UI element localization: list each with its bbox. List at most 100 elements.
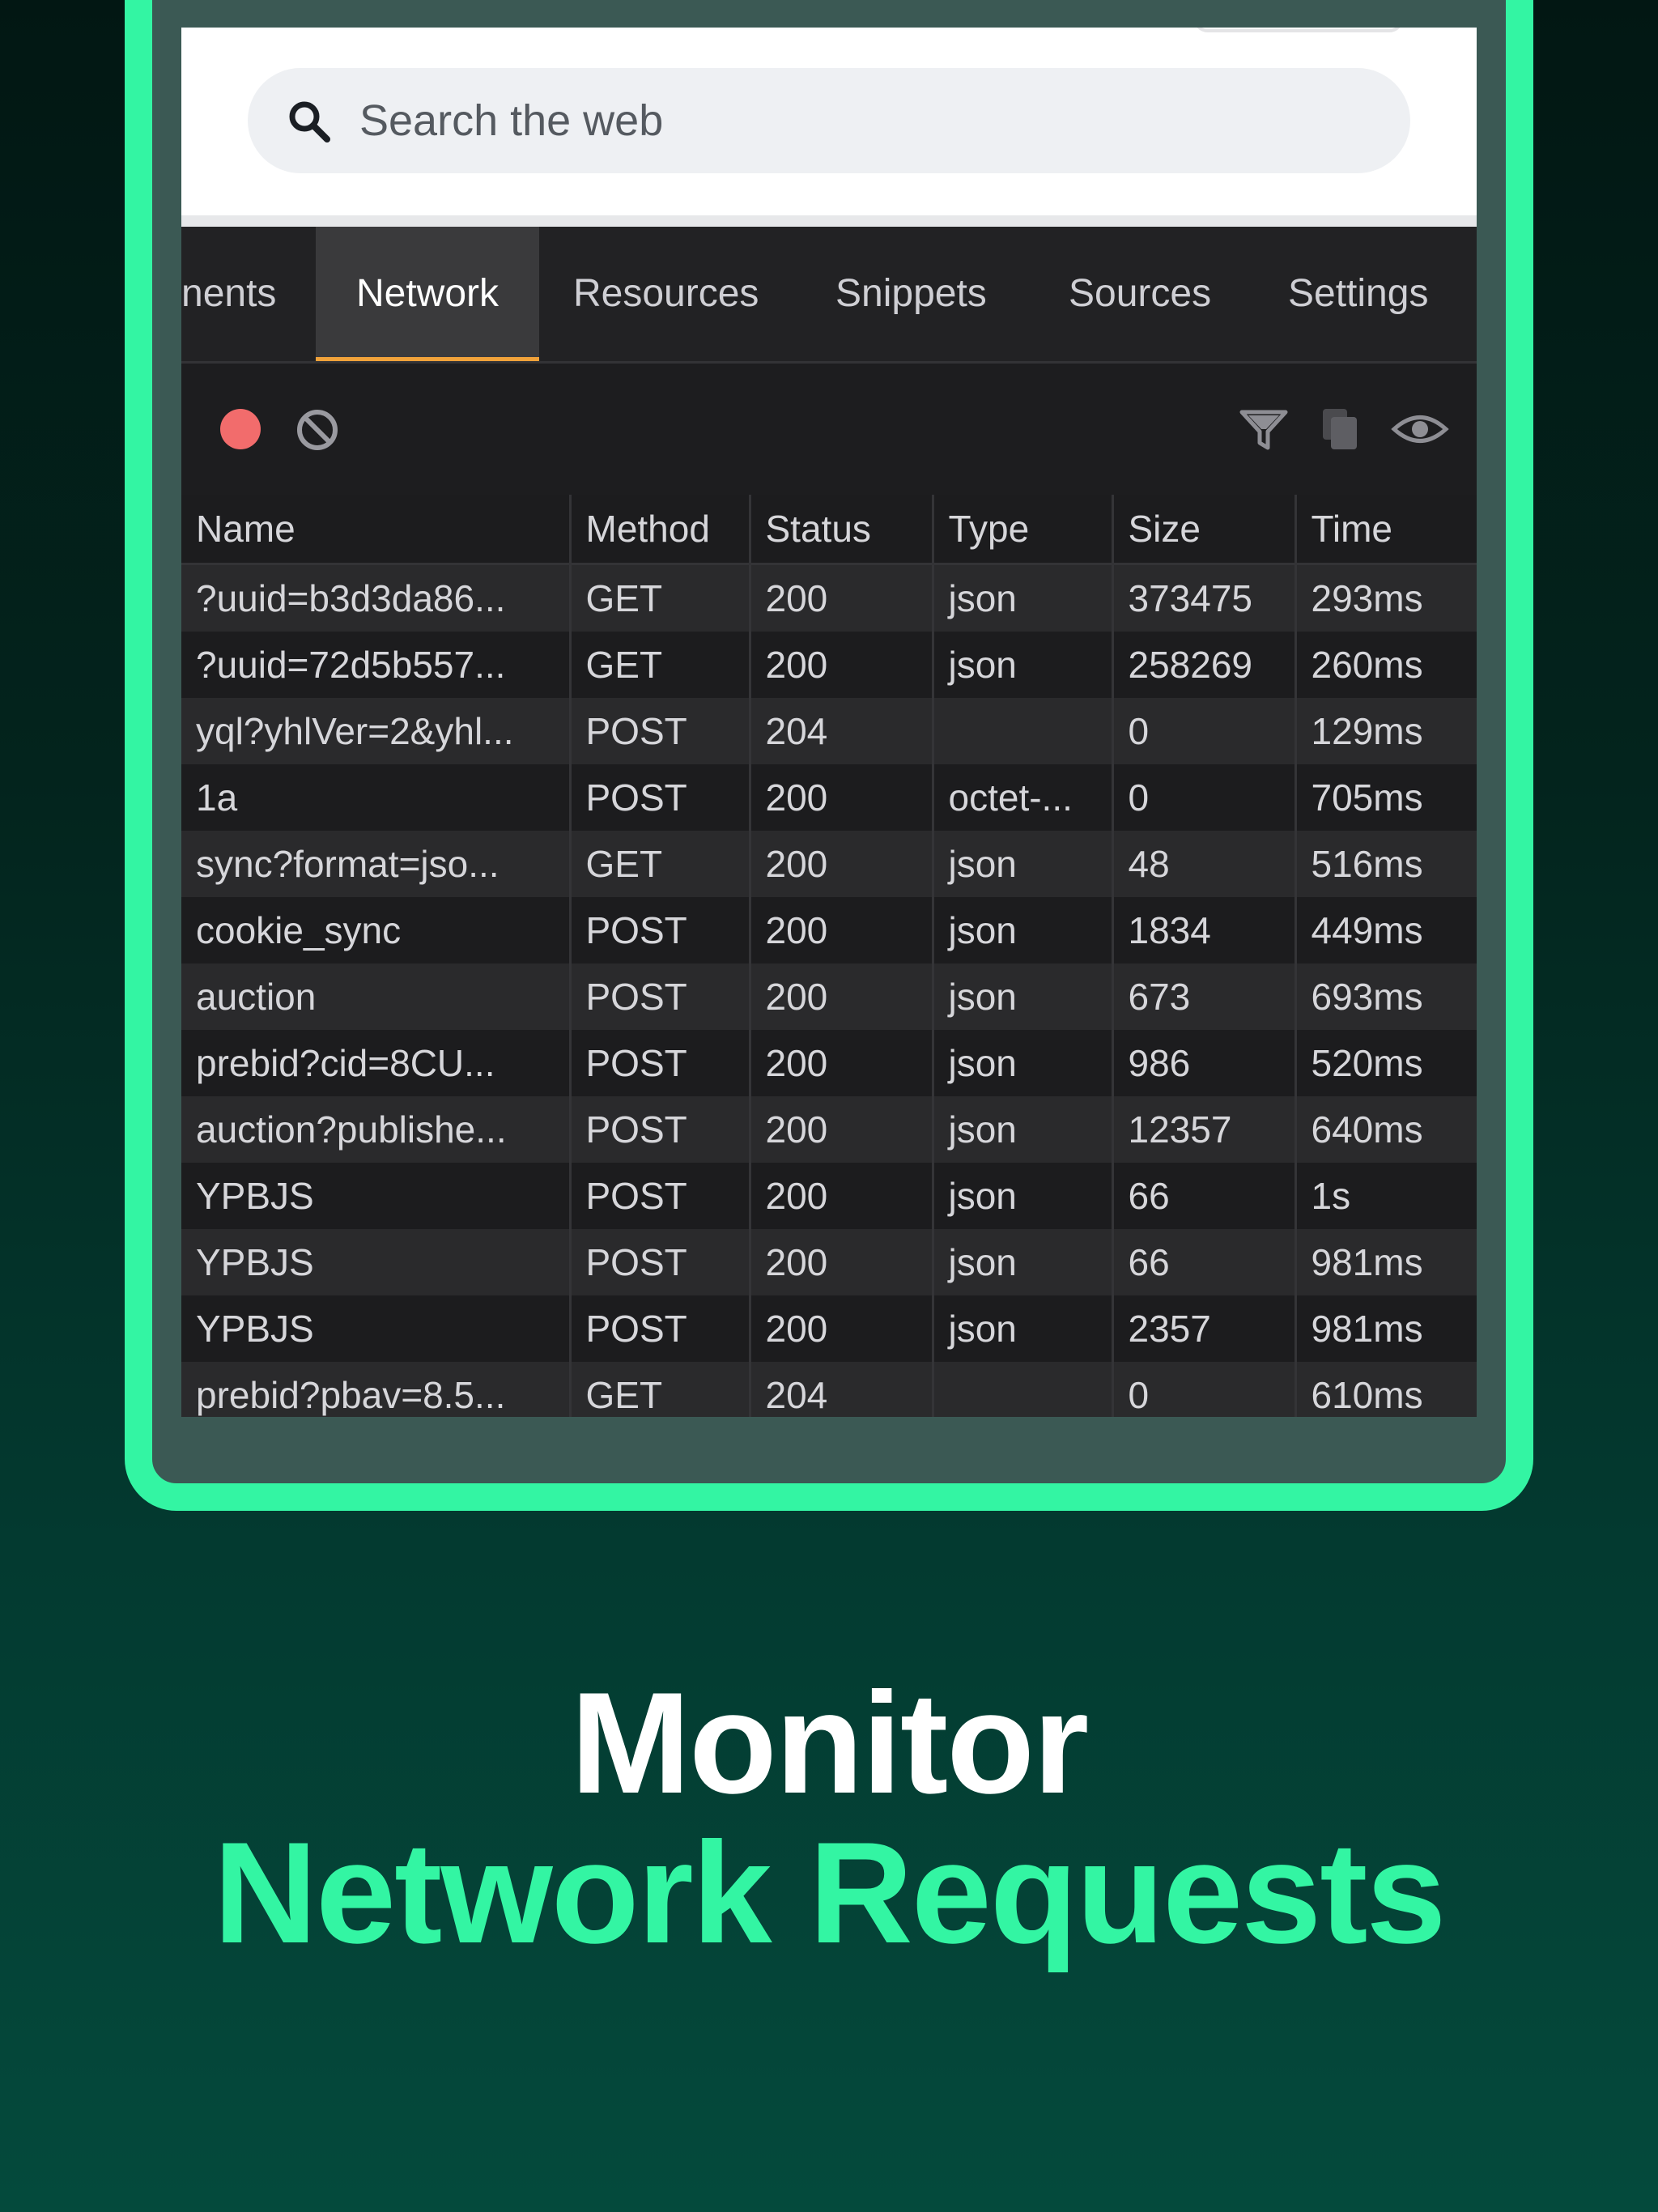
cell-size: 48 [1112,831,1297,897]
eye-icon[interactable] [1391,410,1449,448]
cell-method: POST [570,1163,751,1229]
cell-status: 200 [750,963,934,1030]
cell-status: 200 [750,632,934,698]
devtools-tabbar: nents Network Resources Snippets Sources… [181,227,1477,364]
network-toolbar [181,364,1477,497]
tab-sources[interactable]: Sources [1069,227,1211,361]
table-row[interactable]: cookie_sync POST 200 json 1834 449ms [181,897,1477,963]
cell-time: 449ms [1295,897,1477,963]
cell-size: 673 [1112,963,1297,1030]
cell-size: 0 [1112,1362,1297,1417]
cell-name: YPBJS [181,1163,572,1229]
cell-type: octet-... [933,764,1114,831]
column-header-type[interactable]: Type [933,495,1114,565]
cell-time: 981ms [1295,1229,1477,1295]
cell-type: json [933,564,1114,632]
table-row[interactable]: YPBJS POST 200 json 2357 981ms [181,1295,1477,1362]
cell-type: json [933,963,1114,1030]
cell-type: json [933,1163,1114,1229]
table-row[interactable]: YPBJS POST 200 json 66 1s [181,1163,1477,1229]
cell-method: GET [570,1362,751,1417]
cell-time: 705ms [1295,764,1477,831]
cell-method: POST [570,1030,751,1096]
device-frame: nents Network Resources Snippets Sources… [125,0,1533,1511]
tab-settings[interactable]: Settings [1288,227,1428,361]
cell-status: 200 [750,1096,934,1163]
table-row[interactable]: 1a POST 200 octet-... 0 705ms [181,764,1477,831]
cell-status: 200 [750,897,934,963]
cell-status: 200 [750,1295,934,1362]
search-input[interactable] [359,68,1331,173]
cell-size: 66 [1112,1163,1297,1229]
cell-size: 0 [1112,764,1297,831]
cell-status: 200 [750,1229,934,1295]
cell-method: POST [570,897,751,963]
cell-status: 204 [750,698,934,764]
top-pill-button[interactable] [1193,28,1404,32]
cell-type: json [933,1030,1114,1096]
record-icon[interactable] [220,409,261,449]
cell-size: 66 [1112,1229,1297,1295]
cell-size: 2357 [1112,1295,1297,1362]
cell-status: 200 [750,1030,934,1096]
cell-time: 129ms [1295,698,1477,764]
cell-size: 1834 [1112,897,1297,963]
table-row[interactable]: prebid?pbav=8.5... GET 204 0 610ms [181,1362,1477,1417]
cell-time: 1s [1295,1163,1477,1229]
tab-network[interactable]: Network [316,227,539,361]
table-row[interactable]: YPBJS POST 200 json 66 981ms [181,1229,1477,1295]
cell-name: YPBJS [181,1295,572,1362]
table-row[interactable]: ?uuid=72d5b557... GET 200 json 258269 260ms [181,632,1477,698]
cell-type: json [933,1096,1114,1163]
cell-method: POST [570,764,751,831]
cell-type: json [933,897,1114,963]
cell-size: 986 [1112,1030,1297,1096]
cell-name: auction [181,963,572,1030]
cell-method: POST [570,1295,751,1362]
cell-time: 640ms [1295,1096,1477,1163]
column-header-status[interactable]: Status [750,495,934,565]
cell-time: 516ms [1295,831,1477,897]
cell-size: 373475 [1112,564,1297,632]
cell-status: 200 [750,764,934,831]
table-row[interactable]: prebid?cid=8CU... POST 200 json 986 520ms [181,1030,1477,1096]
header-divider [181,215,1477,227]
browser-header [181,28,1477,215]
column-header-name[interactable]: Name [181,495,572,565]
cell-size: 258269 [1112,632,1297,698]
cell-name: auction?publishe... [181,1096,572,1163]
table-row[interactable]: sync?format=jso... GET 200 json 48 516ms [181,831,1477,897]
tab-snippets[interactable]: Snippets [835,227,987,361]
filter-icon[interactable] [1239,407,1289,453]
search-bar[interactable] [248,68,1410,173]
cell-method: GET [570,632,751,698]
column-header-size[interactable]: Size [1112,495,1297,565]
cell-type [933,1362,1114,1417]
tab-elements[interactable]: nents [181,227,327,361]
cell-name: prebid?pbav=8.5... [181,1362,572,1417]
cell-method: POST [570,1096,751,1163]
cell-method: GET [570,564,751,632]
cell-size: 12357 [1112,1096,1297,1163]
cell-name: sync?format=jso... [181,831,572,897]
cell-size: 0 [1112,698,1297,764]
cell-method: POST [570,698,751,764]
column-header-time[interactable]: Time [1295,495,1477,565]
cell-time: 293ms [1295,564,1477,632]
table-row[interactable]: yql?yhlVer=2&yhl... POST 204 0 129ms [181,698,1477,764]
cell-name: YPBJS [181,1229,572,1295]
cell-time: 693ms [1295,963,1477,1030]
table-row[interactable]: auction POST 200 json 673 693ms [181,963,1477,1030]
clear-icon[interactable] [295,407,340,453]
network-requests-table: Name Method Status Type Size Time ?uuid=… [181,495,1477,1417]
cell-name: cookie_sync [181,897,572,963]
headline-line1: Monitor [570,1662,1089,1823]
search-icon [289,101,330,143]
device-screen: nents Network Resources Snippets Sources… [181,28,1477,1417]
tab-resources[interactable]: Resources [573,227,759,361]
copy-icon[interactable] [1320,406,1362,453]
cell-method: POST [570,963,751,1030]
table-row[interactable]: ?uuid=b3d3da86... GET 200 json 373475 293ms [181,564,1477,632]
column-header-method[interactable]: Method [570,495,751,565]
table-row[interactable]: auction?publishe... POST 200 json 12357 640ms [181,1096,1477,1163]
